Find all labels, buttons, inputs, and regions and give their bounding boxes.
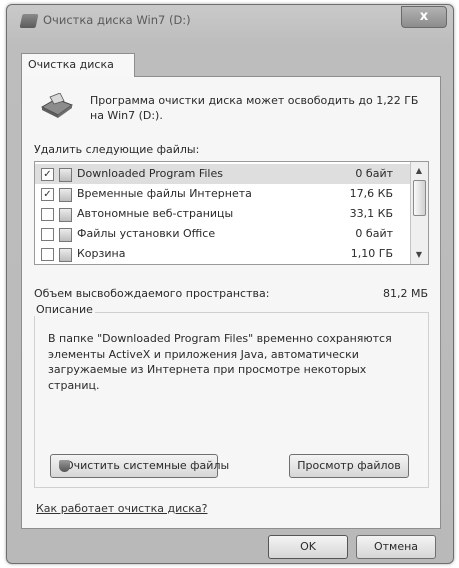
- view-files-button[interactable]: Просмотр файлов: [289, 454, 409, 478]
- list-item-size: 0 байт: [355, 227, 393, 240]
- list-item-name: Автономные веб-страницы: [77, 207, 234, 220]
- list-item[interactable]: Корзина 1,10 ГБ: [35, 244, 411, 264]
- list-item-size: 1,10 ГБ: [350, 247, 393, 260]
- list-item-name: Файлы установки Office: [77, 227, 216, 240]
- list-item[interactable]: Автономные веб-страницы 33,1 КБ: [35, 204, 411, 224]
- folder-icon: [59, 168, 72, 182]
- checkbox[interactable]: ✓: [41, 168, 54, 181]
- files-listbox[interactable]: ✓ Downloaded Program Files 0 байт ✓ Врем…: [34, 161, 429, 265]
- list-item-name: Корзина: [77, 247, 126, 260]
- scroll-thumb[interactable]: [413, 180, 426, 216]
- disk-cleanup-window: Очистка диска Win7 (D:) x Очистка диска …: [6, 4, 454, 564]
- files-list-label: Удалить следующие файлы:: [34, 143, 200, 156]
- list-item-name: Временные файлы Интернета: [77, 187, 252, 200]
- clean-system-files-button[interactable]: Очистить системные файлы: [50, 454, 229, 478]
- clean-system-files-label: Очистить системные файлы: [65, 459, 230, 472]
- description-text: В папке "Downloaded Program Files" време…: [48, 332, 392, 392]
- scroll-down-arrow-icon[interactable]: ▼: [411, 247, 427, 263]
- disk-cleanup-icon: [40, 93, 74, 118]
- list-item[interactable]: ✓ Временные файлы Интернета 17,6 КБ: [35, 184, 411, 204]
- close-button[interactable]: x: [401, 6, 447, 28]
- checkbox[interactable]: [41, 228, 54, 241]
- description-title: Описание: [34, 303, 95, 316]
- recycle-bin-icon: [59, 248, 72, 262]
- checkbox[interactable]: ✓: [41, 188, 54, 201]
- checkbox[interactable]: [41, 248, 54, 261]
- window-title: Очистка диска Win7 (D:): [43, 13, 191, 27]
- disk-cleanup-app-icon: [19, 14, 39, 28]
- tab-disk-cleanup[interactable]: Очистка диска: [21, 53, 135, 77]
- help-link[interactable]: Как работает очистка диска?: [36, 502, 208, 515]
- list-item[interactable]: ✓ Downloaded Program Files 0 байт: [35, 164, 411, 184]
- list-item-name: Downloaded Program Files: [77, 167, 223, 180]
- intro-text: Программа очистки диска может освободить…: [90, 94, 419, 122]
- list-item-size: 17,6 КБ: [349, 187, 393, 200]
- checkbox[interactable]: [41, 208, 54, 221]
- scroll-up-arrow-icon[interactable]: ▲: [411, 163, 427, 179]
- cancel-button[interactable]: Отмена: [356, 535, 436, 559]
- web-page-icon: [59, 208, 72, 222]
- shield-icon: [59, 460, 70, 472]
- space-value: 81,2 МБ: [382, 287, 428, 300]
- lock-file-icon: [59, 188, 72, 202]
- list-scrollbar[interactable]: ▲ ▼: [410, 162, 428, 264]
- document-icon: [59, 228, 72, 242]
- tab-panel: Программа очистки диска может освободить…: [21, 76, 441, 529]
- ok-button[interactable]: OK: [268, 535, 348, 559]
- list-item[interactable]: Файлы установки Office 0 байт: [35, 224, 411, 244]
- space-label: Объем высвобождаемого пространства:: [34, 287, 270, 300]
- list-item-size: 0 байт: [355, 167, 393, 180]
- list-item-size: 33,1 КБ: [349, 207, 393, 220]
- title-bar[interactable]: Очистка диска Win7 (D:) x: [7, 5, 453, 37]
